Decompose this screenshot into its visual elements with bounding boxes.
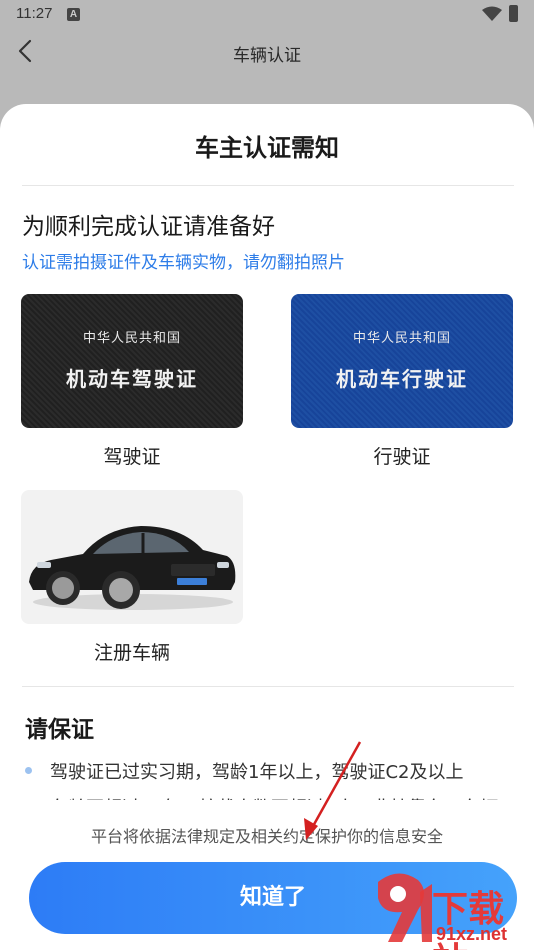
license-title-text: 机动车驾驶证 [66,367,198,391]
car-photo [21,490,243,624]
divider [22,185,514,186]
bullet-dot [25,767,32,774]
prep-subtext: 认证需拍摄证件及车辆实物，请勿翻拍照片 [22,253,345,273]
watermark-url: 91xz.net [436,924,508,944]
card-label: 注册车辆 [93,642,170,664]
status-bar: 11:27 A [0,0,534,30]
status-time: 11:27 [16,5,53,22]
card-registered-vehicle: 注册车辆 [21,490,243,665]
license-title-text: 机动车行驶证 [336,367,468,391]
divider [22,686,514,687]
license-country-text: 中华人民共和国 [352,331,451,346]
card-label: 驾驶证 [103,446,161,468]
card-label: 行驶证 [373,446,431,468]
notification-icon: A [67,8,80,21]
prep-heading: 为顺利完成认证请准备好 [22,214,275,240]
title-bar: 车辆认证 [0,30,534,74]
vehicle-license-image: 中华人民共和国 机动车行驶证 [291,294,513,428]
battery-icon [509,5,518,22]
sheet-title: 车主认证需知 [195,134,339,162]
page-title: 车辆认证 [233,46,301,66]
guarantee-item: 驾驶证已过实习期，驾龄1年以上，驾驶证C2及以上 [50,762,464,783]
privacy-notice: 平台将依据法律规定及相关约定保护你的信息安全 [90,827,443,846]
license-country-text: 中华人民共和国 [82,331,181,346]
card-drivers-license: 中华人民共和国 机动车驾驶证 驾驶证 [21,294,243,469]
drivers-license-image: 中华人民共和国 机动车驾驶证 [21,294,243,428]
card-vehicle-license: 中华人民共和国 机动车行驶证 行驶证 [291,294,513,469]
wifi-icon [482,6,502,21]
car-icon [29,526,236,610]
guarantee-heading: 请保证 [25,717,94,743]
